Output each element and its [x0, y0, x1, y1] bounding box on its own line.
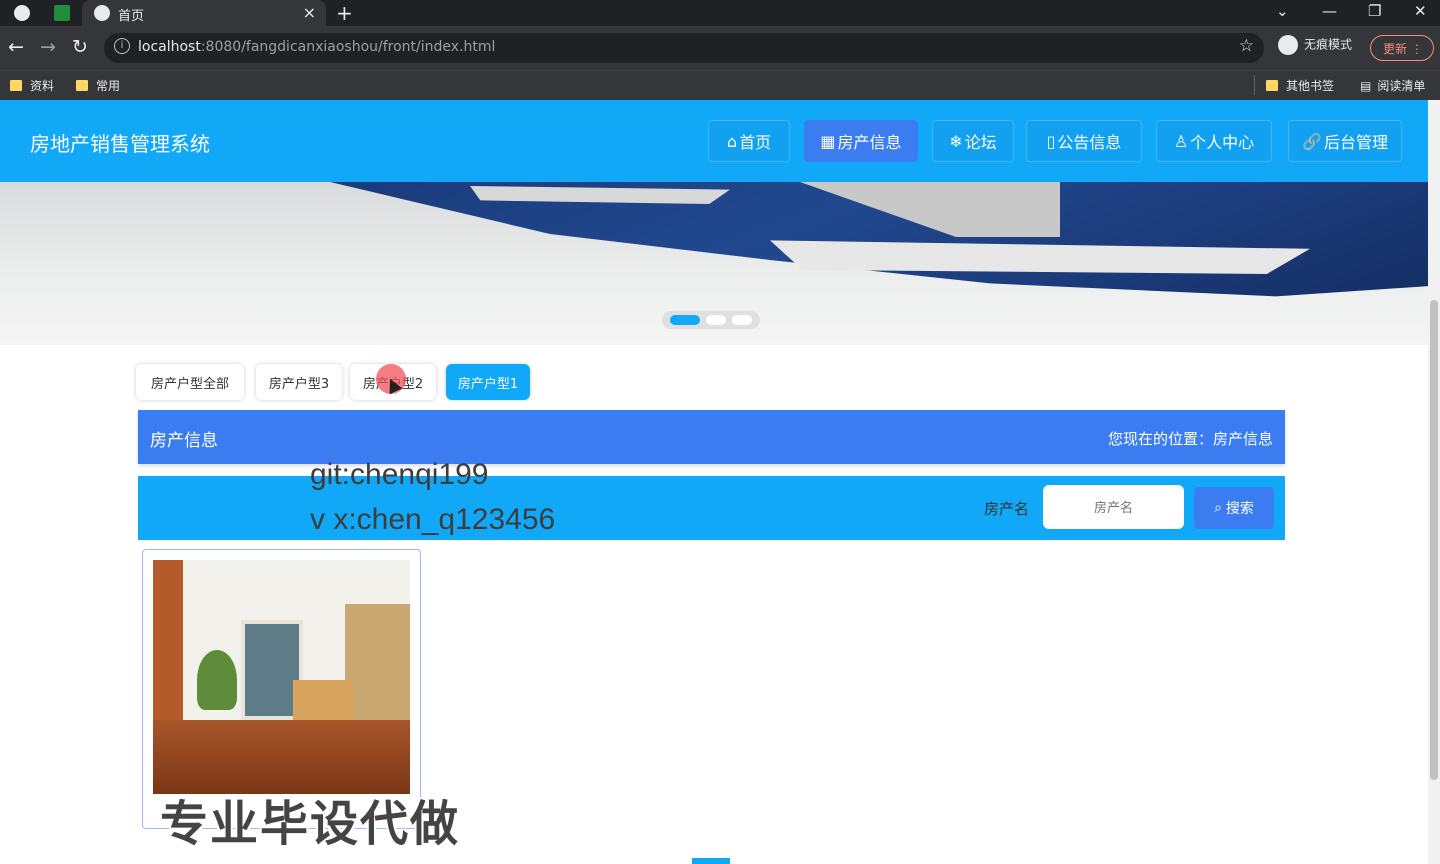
close-window-button[interactable]: ✕ — [1414, 2, 1427, 20]
reload-button[interactable]: ↻ — [72, 36, 88, 58]
filter-type-1[interactable]: 房产户型1 — [446, 364, 530, 400]
tab-title: 首页 — [118, 9, 145, 24]
search-input[interactable] — [1043, 485, 1184, 529]
breadcrumb: 您现在的位置：房产信息 — [1107, 430, 1273, 448]
bookmark-divider — [1254, 75, 1255, 95]
site-info-icon[interactable]: i — [114, 38, 130, 54]
bookmark-folder[interactable]: 常用 — [76, 77, 120, 94]
photo-floor — [153, 720, 410, 794]
home-icon: ⌂ — [726, 131, 738, 151]
reading-list-icon: ▤ — [1360, 79, 1372, 93]
new-tab-button[interactable]: + — [336, 1, 353, 25]
grid-icon: ▦ — [820, 131, 836, 151]
globe-icon[interactable] — [14, 5, 30, 21]
search-icon: ⌕ — [1214, 500, 1222, 516]
folder-icon — [1266, 80, 1278, 91]
back-button[interactable]: ← — [8, 36, 24, 58]
nav-admin[interactable]: 🔗 后台管理 — [1288, 120, 1402, 162]
bookmark-star-icon[interactable]: ☆ — [1239, 36, 1254, 56]
search-button[interactable]: ⌕ 搜索 — [1194, 487, 1274, 529]
update-button[interactable]: 更新 ⋮ — [1370, 35, 1434, 61]
minimize-button[interactable]: — — [1322, 2, 1337, 20]
browser-tab-bar: 首页 × + ⌄ — ❐ ✕ — [0, 0, 1440, 26]
scrollbar-thumb[interactable] — [1430, 300, 1438, 780]
section-title: 房产信息 — [150, 431, 218, 451]
section-header: 房产信息 您现在的位置：房产信息 — [138, 410, 1285, 464]
restore-button[interactable]: ❐ — [1368, 2, 1381, 20]
reading-list[interactable]: ▤ 阅读清单 — [1360, 77, 1425, 94]
watermark-line1: git:chenqi199 — [310, 458, 489, 491]
bookmark-folder[interactable]: 资料 — [10, 77, 54, 94]
site-title: 房地产销售管理系统 — [30, 132, 210, 156]
bookmarks-bar: 资料 常用 其他书签 ▤ 阅读清单 — [0, 70, 1440, 100]
link-icon: 🔗 — [1302, 131, 1322, 151]
pagination-indicator[interactable] — [692, 858, 730, 864]
carousel-dot[interactable] — [706, 315, 726, 325]
sheets-tab-icon[interactable] — [54, 5, 70, 21]
url-text[interactable]: localhost:8080/fangdicanxiaoshou/front/i… — [138, 39, 495, 55]
photo-table — [293, 680, 353, 720]
carousel-dot[interactable] — [732, 315, 752, 325]
document-icon: ▯ — [1046, 131, 1056, 151]
incognito-icon — [1278, 35, 1298, 55]
filter-all-types[interactable]: 房产户型全部 — [136, 364, 244, 400]
site-header: 房地产销售管理系统 ⌂ 首页 ▦ 房产信息 ❄ 论坛 ▯ 公告信息 ♙ 个人中心 🔗 后台管… — [0, 100, 1428, 182]
close-tab-icon[interactable]: × — [303, 3, 316, 22]
browser-toolbar: ← → ↻ i localhost:8080/fangdicanxiaoshou… — [0, 26, 1440, 70]
snowflake-icon: ❄ — [949, 131, 963, 151]
nav-home[interactable]: ⌂ 首页 — [708, 120, 790, 162]
search-label: 房产名 — [984, 500, 1030, 518]
carousel-dot-active[interactable] — [670, 315, 700, 325]
active-tab[interactable]: 首页 × — [82, 0, 326, 26]
page-viewport: 房地产销售管理系统 ⌂ 首页 ▦ 房产信息 ❄ 论坛 ▯ 公告信息 ♙ 个人中心 🔗 后台管… — [0, 100, 1428, 864]
other-bookmarks[interactable]: 其他书签 — [1266, 77, 1334, 94]
watermark-big: 专业毕设代做 — [160, 796, 461, 852]
nav-personal-center[interactable]: ♙ 个人中心 — [1156, 120, 1272, 162]
nav-property-info[interactable]: ▦ 房产信息 — [804, 120, 918, 162]
folder-icon — [10, 80, 22, 91]
property-photo[interactable] — [153, 560, 410, 794]
user-icon: ♙ — [1173, 131, 1189, 151]
carousel-indicator — [662, 311, 760, 329]
page-scrollbar[interactable] — [1428, 100, 1440, 864]
address-bar[interactable]: i localhost:8080/fangdicanxiaoshou/front… — [104, 33, 1264, 63]
photo-plant — [197, 650, 237, 710]
incognito-indicator[interactable]: 无痕模式 — [1278, 35, 1352, 55]
nav-forum[interactable]: ❄ 论坛 — [932, 120, 1014, 162]
banner-carousel[interactable] — [0, 182, 1428, 345]
folder-icon — [76, 80, 88, 91]
filter-type-3[interactable]: 房产户型3 — [256, 364, 342, 400]
tab-search-icon[interactable]: ⌄ — [1276, 2, 1289, 20]
forward-button[interactable]: → — [40, 36, 56, 58]
nav-announcements[interactable]: ▯ 公告信息 — [1026, 120, 1142, 162]
watermark-line2: v x:chen_q123456 — [310, 503, 556, 536]
globe-icon — [94, 5, 110, 21]
